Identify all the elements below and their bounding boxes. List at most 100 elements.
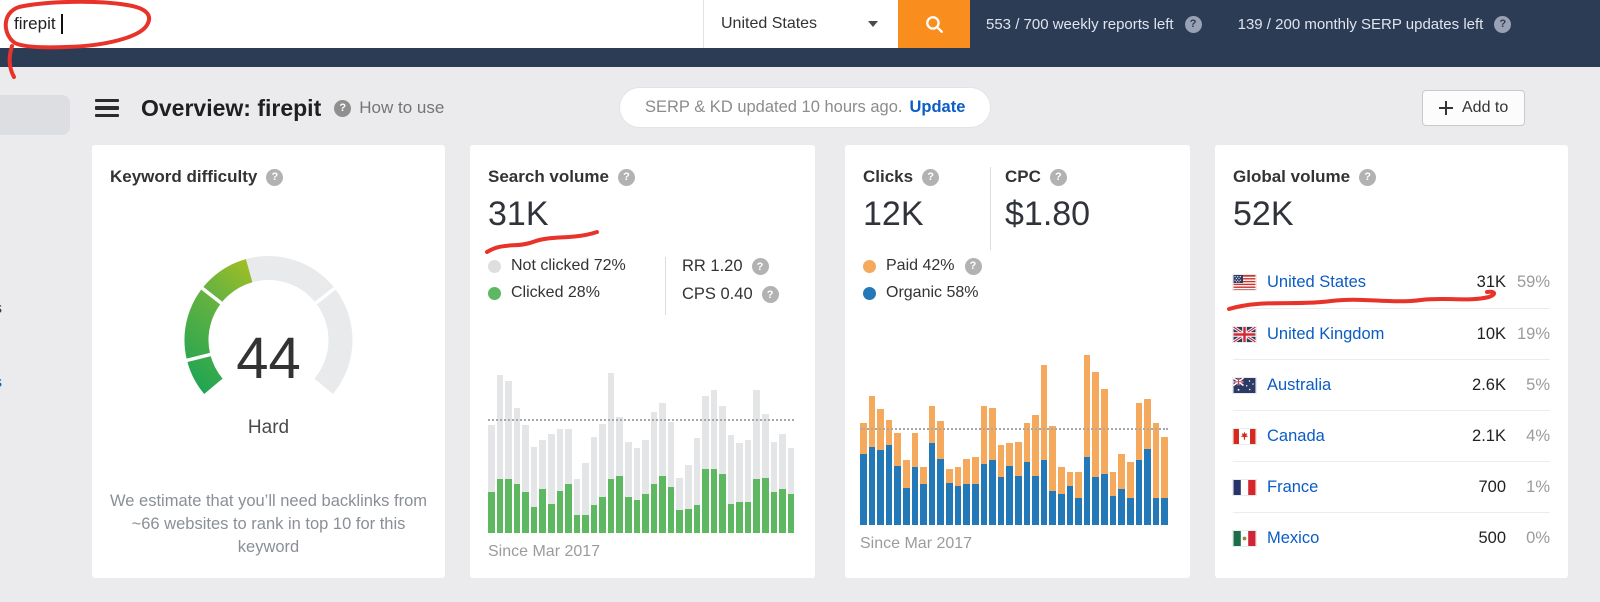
page-title: Overview: firepit — [141, 94, 322, 121]
help-icon[interactable] — [964, 257, 982, 275]
help-icon[interactable] — [1494, 15, 1512, 33]
help-icon[interactable] — [617, 168, 635, 186]
sidebar-stub — [0, 95, 70, 135]
bar — [894, 433, 902, 525]
bar — [937, 421, 945, 525]
search-volume-legend: Not clicked 72% Clicked 28% — [488, 257, 626, 302]
country-link[interactable]: Mexico — [1267, 529, 1454, 548]
bar — [702, 396, 709, 533]
bar — [616, 417, 623, 533]
bar — [779, 433, 786, 533]
flag-us-icon — [1233, 275, 1256, 290]
bar — [1014, 441, 1022, 525]
sidebar-item-fragment[interactable]: s — [0, 374, 2, 392]
country-share: 0% — [1526, 528, 1550, 547]
card-title: Keyword difficulty — [110, 167, 258, 186]
help-icon[interactable] — [1359, 168, 1377, 186]
menu-icon[interactable] — [95, 98, 119, 118]
divider — [990, 167, 991, 250]
bar — [1066, 472, 1074, 525]
bar — [659, 402, 666, 533]
bar — [744, 440, 752, 533]
flag-mx-icon — [1233, 530, 1256, 546]
bar — [667, 422, 675, 533]
bar — [488, 425, 495, 533]
bar — [727, 435, 735, 533]
help-icon[interactable] — [922, 168, 940, 186]
bar — [1032, 414, 1039, 525]
country-volume: 500 — [1478, 528, 1506, 547]
legend-label: Not clicked 72% — [511, 257, 626, 274]
bar — [530, 446, 538, 533]
help-icon[interactable] — [1049, 168, 1067, 186]
bar — [650, 412, 658, 533]
bar — [556, 428, 564, 533]
help-icon[interactable] — [761, 286, 779, 303]
country-share: 4% — [1526, 426, 1550, 445]
bar — [1109, 472, 1117, 525]
country-row: United States 31K 59% — [1233, 257, 1550, 308]
country-link[interactable]: United Kingdom — [1267, 325, 1454, 344]
cpc-value: $1.80 — [1005, 195, 1091, 233]
country-row: United Kingdom 10K 19% — [1233, 308, 1550, 359]
flag-ca-icon — [1233, 428, 1256, 444]
bar — [642, 440, 649, 533]
serp-updates-left: 139 / 200 monthly SERP updates left — [1237, 15, 1484, 33]
country-selector[interactable]: United States — [703, 0, 898, 48]
bar — [989, 407, 996, 525]
country-link[interactable]: France — [1267, 478, 1454, 497]
global-volume-card: Global volume 52K United States 31K 59% — [1215, 145, 1568, 578]
search-button[interactable] — [898, 0, 970, 48]
serp-update-pill: SERP & KD updated 10 hours ago. Update — [620, 88, 991, 127]
country-volume: 2.6K — [1472, 375, 1506, 394]
bar — [599, 423, 606, 533]
bar — [1144, 399, 1151, 525]
bar — [954, 467, 962, 525]
page-header: Overview: firepit How to use — [95, 88, 444, 128]
country-share: 5% — [1526, 375, 1550, 394]
legend-label: Paid 42% — [886, 257, 955, 274]
keyword-search-area — [0, 0, 703, 48]
country-link[interactable]: Canada — [1267, 427, 1454, 446]
text-cursor — [61, 14, 63, 34]
bar — [753, 389, 760, 533]
weekly-reports-left: 553 / 700 weekly reports left — [986, 15, 1174, 33]
country-link[interactable]: Australia — [1267, 376, 1454, 395]
help-icon[interactable] — [1184, 15, 1202, 33]
usage-limits: 553 / 700 weekly reports left 139 / 200 … — [970, 0, 1512, 48]
country-link[interactable]: United States — [1267, 273, 1454, 292]
bar — [539, 440, 546, 533]
average-dotted-line — [860, 428, 1168, 431]
legend-item: Paid 42% — [863, 257, 982, 275]
bar — [625, 441, 632, 533]
country-volume: 2.1K — [1472, 426, 1506, 445]
bar — [980, 406, 988, 525]
bar — [565, 428, 572, 533]
add-to-button[interactable]: Add to — [1422, 90, 1526, 126]
help-icon[interactable] — [751, 258, 769, 275]
update-link[interactable]: Update — [909, 98, 965, 117]
global-volume-value: 52K — [1233, 195, 1294, 233]
help-icon — [334, 99, 352, 117]
keyword-search-input[interactable] — [14, 0, 674, 48]
bar — [736, 443, 743, 533]
country-row: Australia 2.6K 5% — [1233, 359, 1550, 410]
help-icon[interactable] — [266, 168, 284, 186]
top-search-bar: United States 553 / 700 weekly reports l… — [0, 0, 1600, 67]
how-to-use-link[interactable]: How to use — [334, 98, 444, 118]
difficulty-level: Hard — [247, 417, 290, 438]
chevron-down-icon — [868, 21, 878, 27]
country-share: 1% — [1526, 477, 1550, 496]
legend-item: Clicked 28% — [488, 284, 626, 302]
clicks-chart — [860, 355, 1168, 525]
bar — [877, 409, 884, 525]
sidebar-item-fragment[interactable]: s — [0, 300, 2, 318]
not-clicked-dot-icon — [488, 259, 501, 273]
bar — [946, 468, 953, 525]
card-title: Clicks — [863, 167, 914, 186]
flag-gb-icon — [1233, 326, 1256, 342]
country-selector-label: United States — [721, 15, 818, 32]
bar — [547, 433, 555, 533]
bar — [911, 433, 919, 525]
chart-caption: Since Mar 2017 — [488, 543, 601, 560]
